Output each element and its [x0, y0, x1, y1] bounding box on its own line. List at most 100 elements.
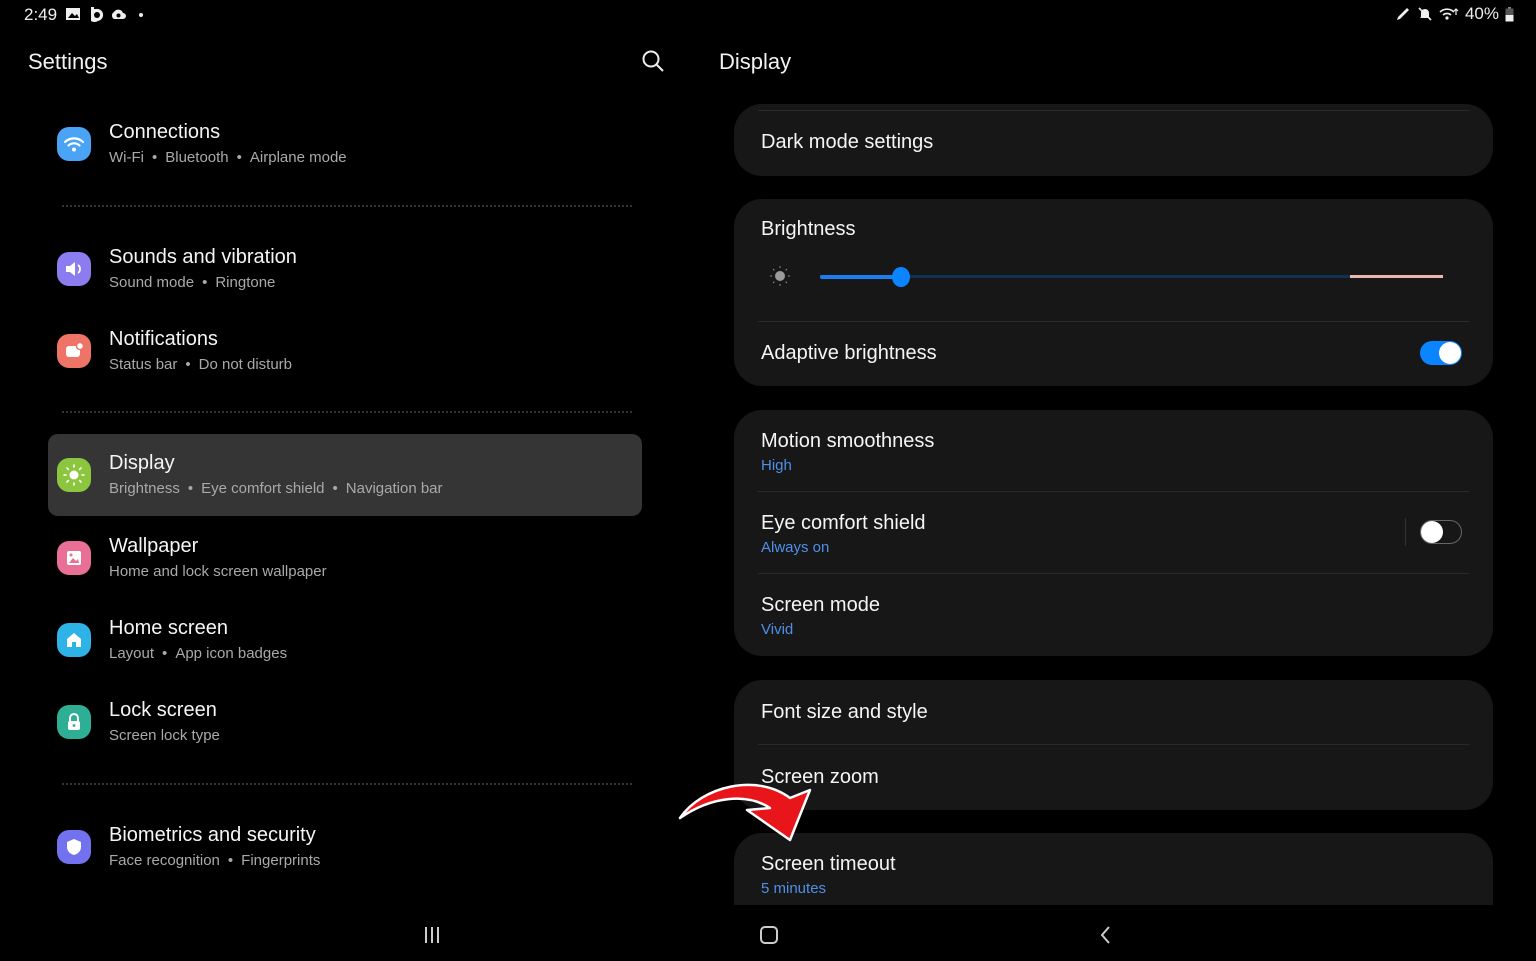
display-page-title: Display [719, 49, 792, 74]
motion-smoothness-row[interactable]: Motion smoothness High [734, 410, 1493, 492]
adaptive-brightness-title: Adaptive brightness [761, 342, 937, 364]
home-button-icon [760, 926, 778, 944]
sidebar-item-subtitle: Face recognition • Fingerprints [109, 852, 320, 869]
font-zoom-card: Font size and style Screen zoom [734, 680, 1493, 810]
mute-icon [1418, 7, 1432, 21]
sun-icon [57, 458, 91, 492]
sidebar-item-label: Lock screen [109, 699, 217, 721]
home-nav-button[interactable] [754, 920, 784, 950]
notification-icon [57, 334, 91, 368]
sidebar-item-label: Notifications [109, 328, 218, 350]
sidebar-item-notifications[interactable]: Notifications Status bar • Do not disturb [48, 310, 642, 392]
sidebar-item-subtitle: Status bar • Do not disturb [109, 356, 292, 373]
subtitle-part: Sound mode [109, 274, 195, 291]
screen-zoom-row[interactable]: Screen zoom [734, 745, 1493, 810]
sidebar-item-display[interactable]: Display Brightness • Eye comfort shield • Nav… [48, 434, 642, 516]
screen-timeout-row[interactable]: Screen timeout 5 minutes [734, 833, 1493, 905]
wifi-icon [57, 127, 91, 161]
display-options-card: Motion smoothness High Eye comfort shiel… [734, 410, 1493, 656]
adaptive-brightness-row[interactable]: Adaptive brightness [734, 322, 1493, 386]
subtitle-part: Bluetooth [165, 149, 229, 166]
divider [62, 783, 632, 785]
separator-dot: • [185, 356, 191, 373]
settings-title: Settings [28, 49, 108, 74]
sidebar-item-label: Display [109, 452, 175, 474]
sidebar-item-label: Connections [109, 121, 221, 143]
notification-dot-icon [139, 13, 143, 17]
sidebar-item-label: Biometrics and security [109, 824, 316, 846]
separator-dot: • [151, 149, 158, 166]
font-size-title: Font size and style [761, 701, 928, 723]
motion-smoothness-title: Motion smoothness [761, 430, 935, 452]
brightness-slider[interactable] [820, 267, 1443, 287]
sidebar-item-sounds-and-vibration[interactable]: Sounds and vibration Sound mode • Ringtone [48, 228, 642, 310]
separator-dot: • [162, 645, 168, 662]
sidebar-item-label: Wallpaper [109, 535, 199, 557]
annotation-arrow-icon [678, 783, 812, 842]
dark-mode-card: Dark mode settings [734, 104, 1493, 176]
separator-dot: • [236, 149, 242, 166]
search-icon [642, 50, 664, 72]
brightness-card: Brightness Adaptive brightness [734, 199, 1493, 386]
screen-mode-title: Screen mode [761, 594, 880, 616]
divider [62, 205, 632, 207]
screen-mode-row[interactable]: Screen mode Vivid [734, 574, 1493, 656]
slider-thumb[interactable] [891, 267, 910, 287]
search-button[interactable] [640, 48, 666, 74]
subtitle-part: Brightness [109, 480, 180, 497]
screen-timeout-card: Screen timeout 5 minutes [734, 833, 1493, 905]
subtitle-part: Status bar [109, 356, 178, 373]
separator-dot: • [202, 274, 208, 291]
brightness-low-icon [770, 266, 790, 286]
motion-smoothness-value: High [761, 457, 792, 474]
sidebar-item-subtitle: Wi-Fi • Bluetooth • Airplane mode [109, 149, 347, 166]
back-icon [1100, 926, 1110, 944]
adaptive-brightness-toggle[interactable] [1420, 341, 1462, 365]
cloud-sync-icon [111, 9, 126, 19]
eye-comfort-toggle[interactable] [1420, 520, 1462, 544]
image-icon [57, 541, 91, 575]
lock-icon [57, 705, 91, 739]
battery-icon [1505, 6, 1514, 21]
dark-mode-settings-row[interactable]: Dark mode settings [734, 104, 1493, 176]
sidebar-item-label: Sounds and vibration [109, 246, 297, 268]
recents-button[interactable] [417, 920, 447, 950]
separator-dot: • [332, 480, 338, 497]
sidebar-item-subtitle: Home and lock screen wallpaper [109, 563, 327, 580]
sidebar-item-wallpaper[interactable]: Wallpaper Home and lock screen wallpaper [48, 517, 642, 599]
bixby-icon [91, 7, 104, 22]
sidebar-item-subtitle: Screen lock type [109, 727, 220, 744]
wifi-icon [1439, 8, 1459, 20]
subtitle-part: Fingerprints [241, 852, 321, 869]
subtitle-part: Home and lock screen wallpaper [109, 563, 327, 580]
subtitle-part: Wi-Fi [109, 149, 144, 166]
sidebar-item-connections[interactable]: Connections Wi-Fi • Bluetooth • Airplane mode [48, 103, 642, 185]
toggle-separator [1405, 518, 1406, 546]
sidebar-item-home-screen[interactable]: Home screen Layout • App icon badges [48, 599, 642, 681]
slider-fill [820, 275, 901, 279]
status-time: 2:49 [24, 5, 58, 24]
battery-percent: 40% [1464, 4, 1499, 23]
sidebar-item-biometrics-and-security[interactable]: Biometrics and security Face recognition •… [48, 806, 642, 888]
eye-comfort-title: Eye comfort shield [761, 512, 926, 534]
gallery-icon [66, 8, 80, 20]
sidebar-item-subtitle: Layout • App icon badges [109, 645, 287, 662]
eye-comfort-shield-row[interactable]: Eye comfort shield Always on [734, 492, 1493, 574]
separator-dot: • [227, 852, 234, 869]
dark-mode-title: Dark mode settings [761, 131, 934, 153]
status-right: 40% [1395, 4, 1514, 24]
separator-dot: • [187, 480, 194, 497]
back-button[interactable] [1091, 920, 1121, 950]
subtitle-part: Do not disturb [198, 356, 293, 373]
font-size-style-row[interactable]: Font size and style [734, 680, 1493, 745]
sidebar-item-lock-screen[interactable]: Lock screen Screen lock type [48, 681, 642, 763]
sidebar-item-label: Home screen [109, 617, 228, 639]
sidebar-item-subtitle: Brightness • Eye comfort shield • Navigation… [109, 480, 443, 497]
screen-mode-value: Vivid [761, 621, 794, 638]
eye-comfort-value: Always on [761, 539, 830, 556]
recents-icon [425, 927, 439, 943]
sidebar-item-subtitle: Sound mode • Ringtone [109, 274, 275, 291]
subtitle-part: Ringtone [215, 274, 276, 291]
subtitle-part: Layout [109, 645, 155, 662]
pen-icon [1396, 8, 1409, 20]
